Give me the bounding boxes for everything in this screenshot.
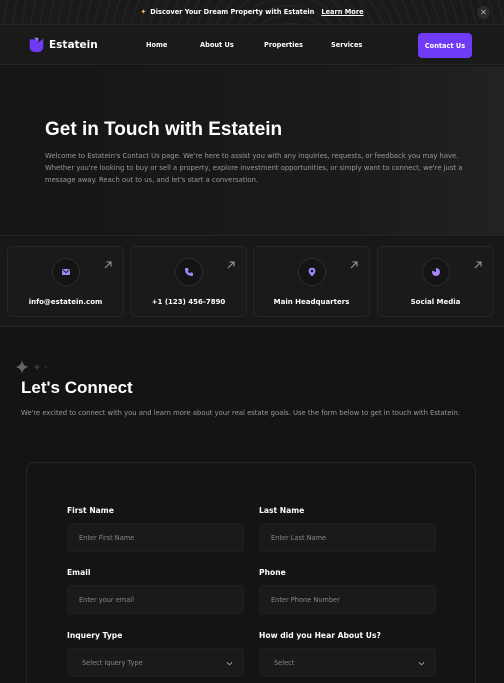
logo-icon <box>29 37 44 53</box>
phone-card[interactable]: +1 (123) 456-7890 <box>130 246 247 317</box>
contact-us-button[interactable]: Contact Us <box>418 33 472 58</box>
referral-source-select[interactable]: Select <box>259 648 436 677</box>
nav-home[interactable]: Home <box>146 41 167 49</box>
inquiry-type-select[interactable]: Select Iquery Type <box>67 648 244 677</box>
section-description: We're excited to connect with you and le… <box>21 409 460 417</box>
nav-about-us[interactable]: About Us <box>200 41 234 49</box>
arrow-up-right-icon <box>350 261 358 269</box>
nav-properties[interactable]: Properties <box>264 41 303 49</box>
phone-input[interactable]: Enter Phone Number <box>259 585 436 614</box>
chevron-down-icon <box>226 661 233 666</box>
referral-source-label: How did you Hear About Us? <box>259 631 381 640</box>
page-title: Get in Touch with Estatein <box>45 119 283 140</box>
card-label: Social Media <box>410 298 461 306</box>
inquiry-type-value: Select Iquery Type <box>82 658 143 667</box>
contact-form: First Name Enter First Name Last Name En… <box>26 462 476 683</box>
sparkle-icon: ✦ <box>140 8 147 16</box>
banner-text: Discover Your Dream Property with Estate… <box>150 8 315 16</box>
card-label: +1 (123) 456-7890 <box>151 298 226 306</box>
inquiry-type-label: Inquery Type <box>67 631 123 640</box>
last-name-label: Last Name <box>259 506 305 515</box>
referral-source-value: Select <box>274 658 295 667</box>
chevron-down-icon <box>418 661 425 666</box>
first-name-label: First Name <box>67 506 114 515</box>
arrow-up-right-icon <box>227 261 235 269</box>
arrow-up-right-icon <box>474 261 482 269</box>
location-icon <box>297 258 326 286</box>
arrow-up-right-icon <box>104 261 112 269</box>
first-name-input[interactable]: Enter First Name <box>67 523 244 552</box>
last-name-input[interactable]: Enter Last Name <box>259 523 436 552</box>
promo-banner: ✦ Discover Your Dream Property with Esta… <box>0 0 504 25</box>
nav-services[interactable]: Services <box>331 41 362 49</box>
headquarters-card[interactable]: Main Headquarters <box>253 246 370 317</box>
top-nav: Estatein Home About Us Properties Servic… <box>0 25 504 65</box>
logo-text: Estatein <box>49 38 98 51</box>
social-media-card[interactable]: Social Media <box>377 246 494 317</box>
card-label: Main Headquarters <box>273 298 350 306</box>
email-input[interactable]: Enter your email <box>67 585 244 614</box>
contact-cards: info@estatein.com +1 (123) 456-7890 Main… <box>0 237 504 327</box>
sparkle-stars-icon <box>15 360 48 374</box>
phone-label: Phone <box>259 568 286 577</box>
close-icon[interactable]: ✕ <box>477 6 490 19</box>
phone-icon <box>174 258 203 286</box>
mail-icon <box>51 258 80 286</box>
card-label: info@estatein.com <box>28 298 103 306</box>
email-card[interactable]: info@estatein.com <box>7 246 124 317</box>
learn-more-link[interactable]: Learn More <box>321 8 363 16</box>
section-title: Let's Connect <box>21 378 133 397</box>
logo[interactable]: Estatein <box>28 36 98 53</box>
email-label: Email <box>67 568 91 577</box>
hero-section: Get in Touch with Estatein Welcome to Es… <box>0 66 504 236</box>
hero-description: Welcome to Estatein's Contact Us page. W… <box>45 152 463 184</box>
social-icon <box>421 258 450 286</box>
